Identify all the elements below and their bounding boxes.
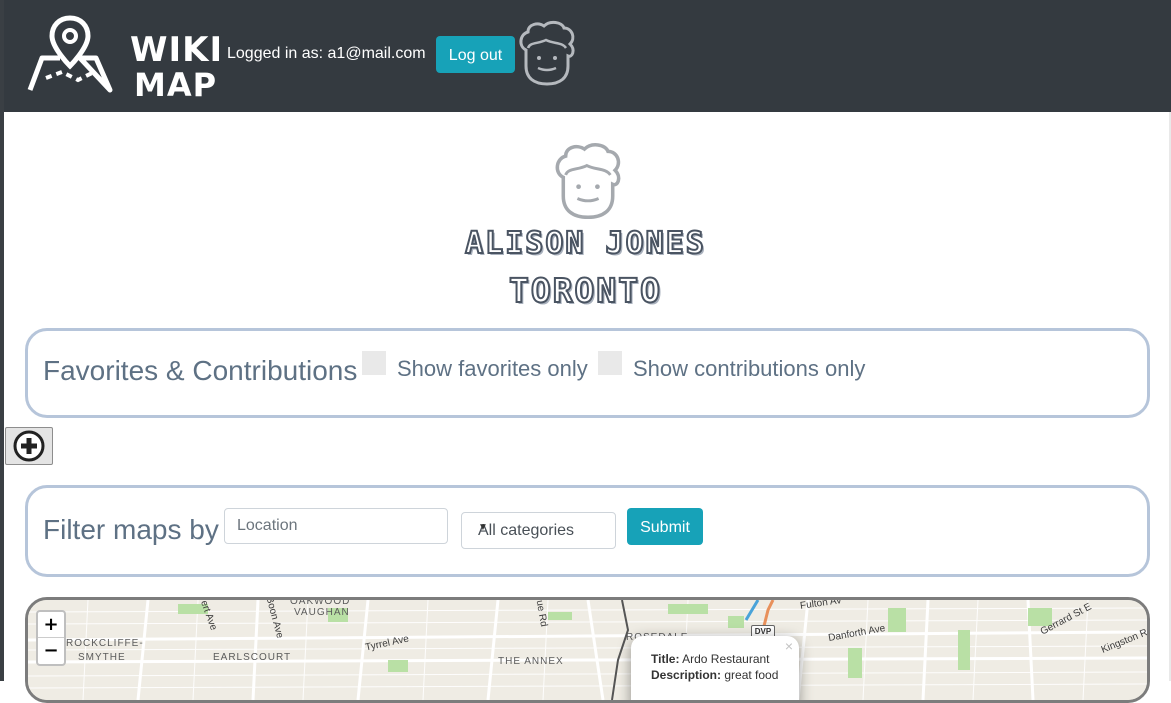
map-marker-popup: × Title: Ardo Restaurant Description: gr…: [631, 636, 799, 700]
map-label: THE ANNEX: [498, 656, 564, 667]
show-contributions-checkbox[interactable]: [598, 351, 622, 375]
map-pin-icon: [27, 15, 113, 93]
map-label: SMYTHE: [78, 652, 126, 663]
popup-description-line: Description: great food: [651, 668, 778, 682]
show-favorites-label[interactable]: Show favorites only: [397, 356, 588, 382]
top-navbar: WIKI MAP Logged in as: a1@mail.com Log o…: [4, 0, 1171, 112]
map-label: OAKWOOD: [290, 597, 351, 607]
logo-text-wiki: WIKI: [130, 30, 224, 70]
location-input[interactable]: [224, 508, 448, 544]
show-favorites-checkbox[interactable]: [362, 351, 386, 375]
plus-circle-icon: [13, 430, 45, 462]
map-label: EARLSCOURT: [213, 652, 292, 663]
filter-panel-title: Filter maps by: [43, 514, 219, 545]
category-select[interactable]: All categories ▼: [461, 512, 616, 549]
submit-button[interactable]: Submit: [627, 508, 703, 545]
avatar-face-icon: [555, 143, 621, 220]
popup-title-line: Title: Ardo Restaurant: [651, 652, 770, 666]
popup-description-value: great food: [724, 668, 779, 682]
profile-name: ALISON JONES: [464, 225, 706, 262]
logout-button[interactable]: Log out: [436, 36, 515, 73]
filter-panel: Filter maps by All categories ▼ Submit: [25, 485, 1150, 577]
popup-title-label: Title:: [651, 652, 680, 666]
logo-text-map: MAP: [134, 66, 218, 104]
user-avatar[interactable]: [516, 20, 578, 88]
zoom-out-button[interactable]: −: [38, 638, 64, 664]
show-contributions-label[interactable]: Show contributions only: [633, 356, 865, 382]
profile-avatar: [548, 142, 628, 222]
map-label: ROCKCLIFFE-: [66, 638, 144, 649]
popup-title-value: Ardo Restaurant: [682, 652, 770, 666]
map-tiles: [28, 600, 1147, 700]
add-map-button[interactable]: [5, 427, 53, 465]
avatar-face-icon: [519, 20, 575, 86]
popup-description-label: Description:: [651, 668, 722, 682]
chevron-down-icon: ▼: [478, 522, 488, 533]
map-view[interactable]: ROCKCLIFFE- SMYTHE EARLSCOURT OAKWOOD VA…: [25, 597, 1150, 703]
favorites-panel-title: Favorites & Contributions: [43, 355, 358, 386]
profile-city: TORONTO: [508, 270, 663, 311]
favorites-panel: Favorites & Contributions Show favorites…: [25, 328, 1150, 418]
logged-in-status: Logged in as: a1@mail.com: [227, 45, 426, 62]
close-icon[interactable]: ×: [785, 638, 793, 654]
zoom-control: + −: [36, 610, 66, 666]
wikimap-logo[interactable]: WIKI MAP: [26, 14, 222, 104]
zoom-in-button[interactable]: +: [38, 612, 64, 638]
map-label: VAUGHAN: [294, 607, 350, 618]
